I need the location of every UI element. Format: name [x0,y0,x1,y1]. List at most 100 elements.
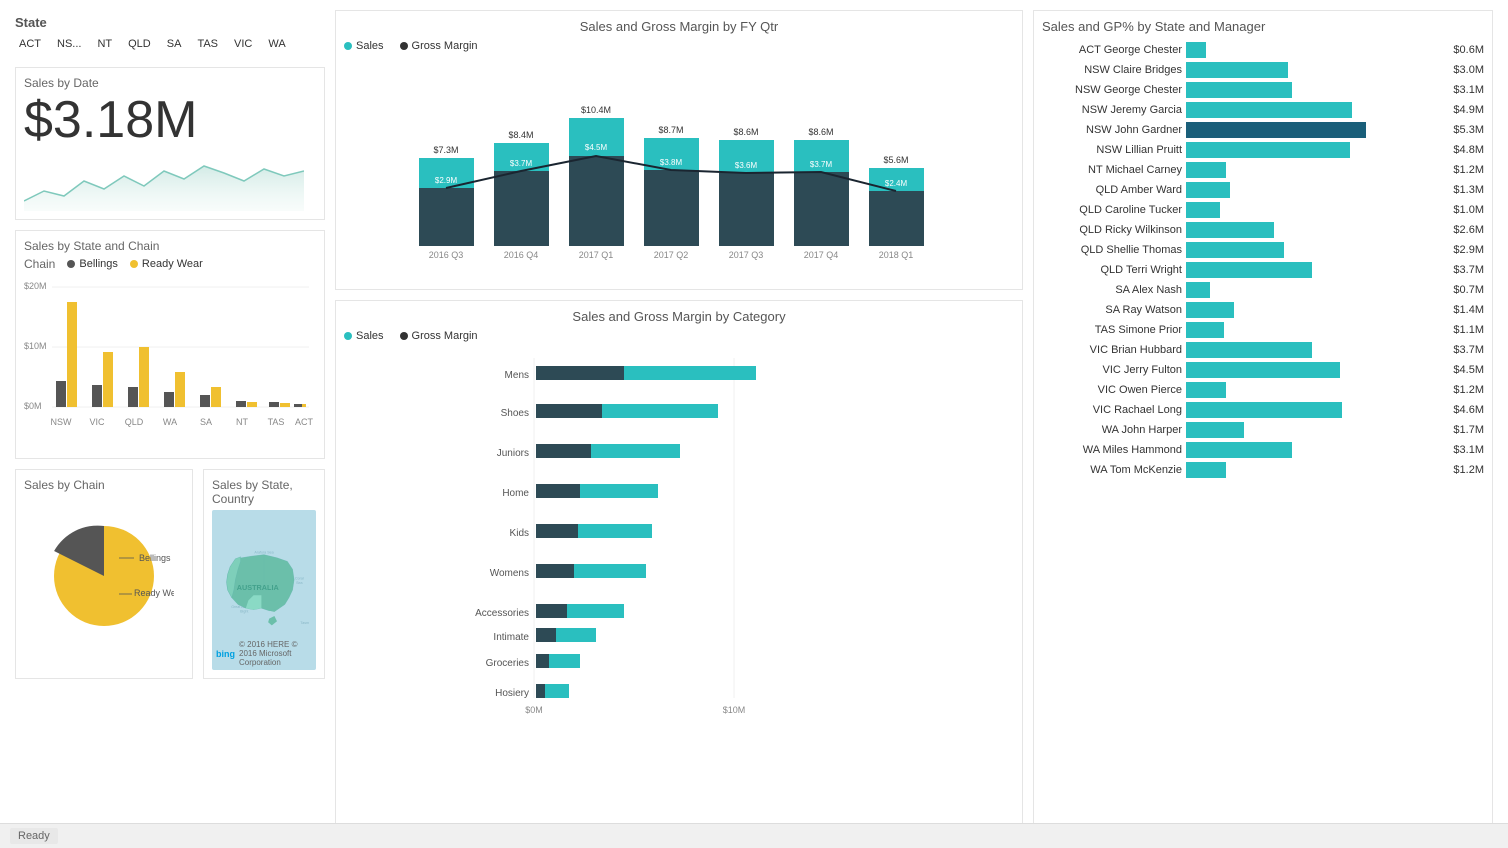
manager-bar-container [1186,142,1445,158]
bellings-label: Bellings [79,258,118,270]
manager-row: QLD Terri Wright $3.7M [1042,262,1484,278]
category-svg: $0M $10M Mens Shoes Juniors [344,348,1014,728]
state-filter: State ACTNS...NTQLDSATASVICWA [15,10,325,57]
sales-total-value: $3.18M [24,94,316,146]
manager-value: $3.7M [1453,264,1484,276]
manager-name: VIC Rachael Long [1042,404,1182,416]
manager-name: NT Michael Carney [1042,164,1182,176]
grouped-bar-svg: $20M $10M $0M [24,277,314,447]
manager-value: $3.1M [1453,444,1484,456]
manager-bar [1186,322,1224,338]
middle-column: Sales and Gross Margin by FY Qtr Sales G… [335,10,1023,838]
fy-gm-label: Gross Margin [412,40,478,52]
svg-text:$0M: $0M [24,401,42,411]
manager-bar [1186,82,1292,98]
svg-text:$3.6M: $3.6M [735,161,758,170]
manager-bar-container [1186,62,1445,78]
manager-value: $3.7M [1453,344,1484,356]
manager-bar [1186,442,1292,458]
manager-name: TAS Simone Prior [1042,324,1182,336]
manager-value: $1.3M [1453,184,1484,196]
manager-value: $4.8M [1453,144,1484,156]
manager-row: SA Ray Watson$1.4M [1042,302,1484,318]
svg-text:Shoes: Shoes [501,408,529,419]
fy-legend: Sales Gross Margin [344,40,1014,52]
sales-by-state-chain-card: Sales by State and Chain Chain Bellings … [15,230,325,459]
svg-text:$5.6M: $5.6M [883,155,908,165]
svg-text:$2.9M: $2.9M [435,176,458,185]
bellings-legend: Bellings [67,258,118,270]
manager-row: VIC Owen Pierce$1.2M [1042,382,1484,398]
status-bar: Ready [0,823,1508,848]
readywear-legend: Ready Wear [130,258,203,270]
state-btn-act[interactable]: ACT [15,36,45,52]
state-btn-qld[interactable]: QLD [124,36,155,52]
fy-sales-dot [344,42,352,50]
manager-bar [1186,242,1284,258]
svg-text:Coral: Coral [295,577,304,581]
manager-bar-container [1186,342,1445,358]
map-copyright: bing © 2016 HERE © 2016 Microsoft Corpor… [216,640,316,667]
svg-text:WA: WA [163,417,177,427]
manager-row: SA Alex Nash$0.7M [1042,282,1484,298]
manager-value: $4.6M [1453,404,1484,416]
manager-bar [1186,422,1244,438]
svg-text:$10M: $10M [24,341,47,351]
readywear-dot [130,260,138,268]
svg-text:$8.7M: $8.7M [658,125,683,135]
manager-value: $3.0M [1453,64,1484,76]
sales-by-chain-title: Sales by Chain [24,478,184,492]
manager-bar-container [1186,282,1445,298]
svg-text:Kids: Kids [510,528,529,539]
state-btn-ns...[interactable]: NS... [53,36,85,52]
state-btn-tas[interactable]: TAS [193,36,222,52]
manager-value: $3.1M [1453,84,1484,96]
svg-text:Ready Wear: Ready Wear [134,588,174,598]
manager-row: TAS Simone Prior $1.1M [1042,322,1484,338]
gp-state-manager-title: Sales and GP% by State and Manager [1042,19,1484,34]
svg-text:Groceries: Groceries [486,658,529,669]
bing-logo: bing [216,649,235,659]
manager-bar [1186,142,1350,158]
svg-text:TAS: TAS [268,417,285,427]
fy-gm-dot [400,42,408,50]
svg-text:Juniors: Juniors [497,448,529,459]
manager-name: WA Miles Hammond [1042,444,1182,456]
svg-text:$2.4M: $2.4M [885,179,908,188]
manager-bar [1186,102,1352,118]
state-btn-vic[interactable]: VIC [230,36,256,52]
sales-by-state-chain-title: Sales by State and Chain [24,239,316,253]
manager-bar-container [1186,242,1445,258]
state-btn-sa[interactable]: SA [163,36,186,52]
manager-value: $1.4M [1453,304,1484,316]
svg-text:NT: NT [236,417,248,427]
state-btn-wa[interactable]: WA [264,36,289,52]
svg-text:Hosiery: Hosiery [495,688,529,699]
map-placeholder: Arafura Sea Coral Sea Great Australian B… [212,510,316,670]
manager-value: $1.1M [1453,324,1484,336]
svg-text:SA: SA [200,417,212,427]
pie-chart-svg: Bellings Ready Wear [34,506,174,646]
manager-bar [1186,402,1342,418]
manager-row: QLD Caroline Tucker$1.0M [1042,202,1484,218]
manager-bar-container [1186,322,1445,338]
sparkline-area [24,151,316,211]
manager-row: ACT George Chester$0.6M [1042,42,1484,58]
svg-text:$8.4M: $8.4M [508,130,533,140]
manager-bar [1186,222,1274,238]
manager-name: NSW Jeremy Garcia [1042,104,1182,116]
state-buttons: ACT NS... NT QLD SA TAS VIC WA [15,36,325,52]
svg-text:AUSTRALIA: AUSTRALIA [237,583,280,592]
manager-value: $0.6M [1453,44,1484,56]
state-btn-nt[interactable]: NT [93,36,116,52]
manager-name: QLD Terri Wright [1042,264,1182,276]
manager-row: WA John Harper$1.7M [1042,422,1484,438]
svg-text:2016 Q3: 2016 Q3 [429,250,464,260]
map-title: Sales by State, Country [212,478,316,506]
manager-name: NSW George Chester [1042,84,1182,96]
svg-text:Intimate: Intimate [493,632,529,643]
svg-text:Accessories: Accessories [475,608,529,619]
svg-text:VIC: VIC [89,417,105,427]
manager-name: NSW Lillian Pruitt [1042,144,1182,156]
manager-bar [1186,122,1366,138]
